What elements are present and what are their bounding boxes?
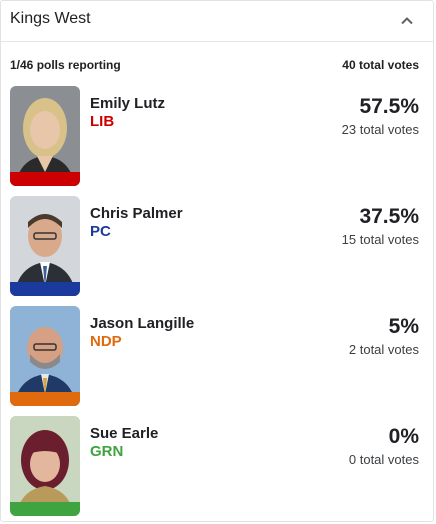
candidate-name: Sue Earle	[90, 425, 159, 442]
riding-results-card: Kings West 1/46 polls reporting 40 total…	[0, 0, 434, 522]
vote-percentage: 57.5%	[359, 95, 419, 118]
candidate-party: PC	[90, 223, 111, 240]
vote-percentage: 5%	[388, 315, 419, 338]
riding-title: Kings West	[10, 10, 91, 27]
candidate-photo	[10, 306, 80, 406]
vote-count: 2 total votes	[348, 342, 419, 357]
candidate-name: Jason Langille	[90, 315, 195, 332]
candidate-row: Chris Palmer PC 37.5% 15 total votes	[10, 196, 419, 296]
candidate-photo	[10, 196, 80, 296]
candidate-row: Jason Langille NDP 5% 2 total votes	[10, 306, 419, 406]
candidate-photo	[10, 416, 80, 516]
card-header[interactable]: Kings West	[1, 1, 433, 42]
polls-reporting: 1/46 polls reporting	[10, 58, 121, 72]
candidate-name: Chris Palmer	[90, 205, 183, 222]
party-color-bar	[10, 282, 80, 296]
vote-percentage: 37.5%	[359, 205, 419, 228]
vote-count: 23 total votes	[341, 122, 419, 137]
candidate-row: Sue Earle GRN 0% 0 total votes	[10, 416, 419, 516]
candidate-party: NDP	[90, 333, 122, 350]
candidate-party: LIB	[90, 113, 115, 130]
party-color-bar	[10, 172, 80, 186]
party-color-bar	[10, 392, 80, 406]
candidate-party: GRN	[90, 443, 124, 460]
party-color-bar	[10, 502, 80, 516]
results-summary: 1/46 polls reporting 40 total votes	[10, 58, 419, 72]
vote-count: 15 total votes	[341, 232, 419, 247]
candidate-photo	[10, 86, 80, 186]
total-votes: 40 total votes	[342, 58, 419, 72]
vote-percentage: 0%	[388, 425, 419, 448]
candidate-name: Emily Lutz	[90, 95, 166, 112]
chevron-up-icon[interactable]	[399, 13, 415, 29]
vote-count: 0 total votes	[348, 452, 419, 467]
candidate-row: Emily Lutz LIB 57.5% 23 total votes	[10, 86, 419, 186]
